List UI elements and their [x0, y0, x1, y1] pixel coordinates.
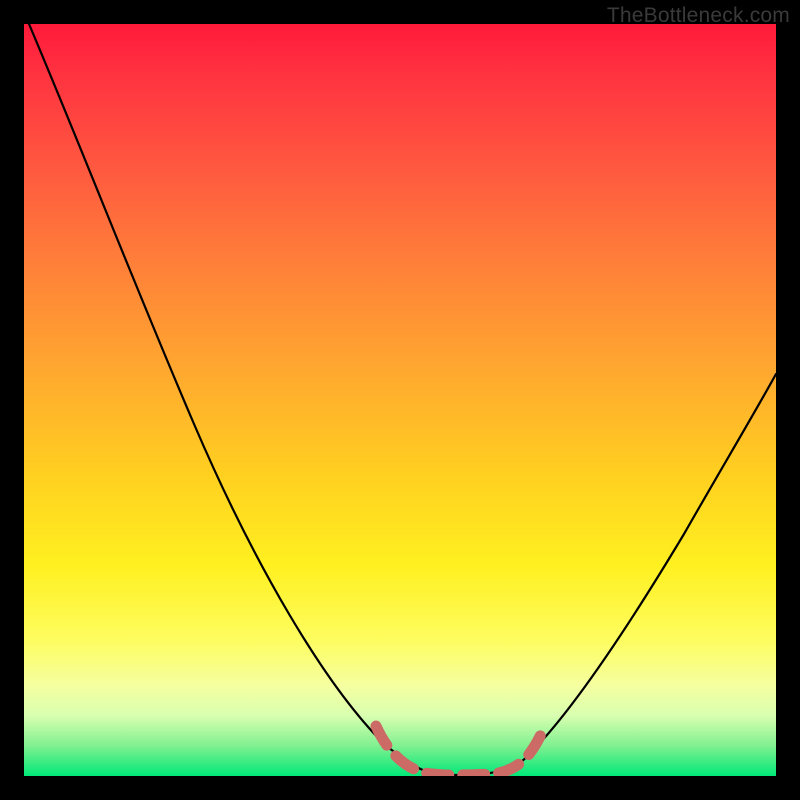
watermark-label: TheBottleneck.com [607, 4, 790, 28]
chart-frame: TheBottleneck.com [0, 0, 800, 800]
chart-svg [24, 24, 776, 776]
chart-plot-area [24, 24, 776, 776]
bottleneck-curve [29, 24, 776, 775]
ideal-zone-marker [376, 726, 542, 775]
